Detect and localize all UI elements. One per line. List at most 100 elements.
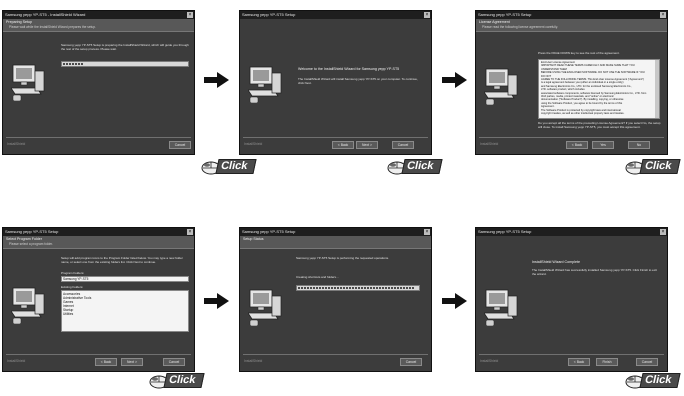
welcome-text: The InstallShield Wizard will install Sa…	[298, 77, 418, 85]
divider	[479, 354, 664, 355]
window-title: Samsung yepp YP-ST5 Setup	[240, 11, 431, 19]
click-label: Click	[639, 373, 681, 388]
license-line: BEFORE USING THE ENCLOSED SOFTWARE. DO N…	[541, 71, 645, 75]
brand-label: InstallShield	[480, 359, 499, 363]
screen-setup-status: Samsung yepp YP-ST5 Setup × Setup Status…	[239, 227, 432, 372]
close-icon[interactable]: ×	[424, 229, 430, 235]
click-label: Click	[639, 159, 681, 174]
back-button[interactable]: < Back	[95, 358, 117, 366]
body-text: Samsung yepp YP-ST5 Setup is preparing t…	[61, 43, 189, 51]
progress-fill	[298, 287, 415, 289]
computer-icon	[248, 289, 282, 326]
header-title: Setup Status	[243, 237, 264, 241]
window-title: Samsung yepp YP-ST5 - InstallShield Wiza…	[3, 11, 194, 19]
click-callout: Click	[618, 152, 682, 182]
license-text-box[interactable]: End-User License Agreement IMPORTANT: REA…	[538, 59, 660, 119]
brand-label: InstallShield	[7, 142, 26, 146]
welcome-title: Welcome to the InstallShield Wizard for …	[298, 67, 400, 71]
header-title: Select Program Folder	[6, 237, 42, 241]
computer-icon	[484, 289, 518, 326]
existing-folders-list[interactable]: Accessories Administrative Tools Games Inte…	[61, 290, 189, 332]
program-folder-input[interactable]: Samsung YP-ST5	[61, 276, 189, 282]
cancel-button[interactable]: Cancel	[392, 141, 414, 149]
program-folder-value: Samsung YP-ST5	[63, 277, 89, 281]
close-icon[interactable]: ×	[187, 12, 193, 18]
window-title: Samsung yepp YP-ST5 Setup	[476, 11, 667, 19]
license-text: End-User License Agreement IMPORTANT: REA…	[541, 61, 654, 116]
header-title: License Agreement	[479, 20, 510, 24]
window-title: Samsung yepp YP-ST5 Setup	[240, 228, 431, 236]
back-button[interactable]: < Back	[332, 141, 354, 149]
license-question: Do you accept all the terms of the prece…	[538, 121, 661, 129]
cancel-button[interactable]: Cancel	[169, 141, 191, 149]
divider	[6, 137, 191, 138]
header-title: Preparing Setup	[6, 20, 32, 24]
computer-icon	[11, 287, 45, 324]
screen-wizard-complete: Samsung yepp YP-ST5 Setup × InstallShiel…	[475, 227, 668, 372]
status-text: Samsung yepp YP-ST5 Setup is performing …	[296, 256, 389, 260]
body-text: Setup will add program icons to the Prog…	[61, 256, 183, 264]
arrow-right-icon	[442, 293, 467, 309]
wizard-header: Preparing Setup Please wait while the In…	[3, 19, 194, 32]
click-label: Click	[401, 159, 443, 174]
license-scrollbar[interactable]	[655, 60, 659, 118]
progress-fill	[63, 63, 84, 65]
finish-button[interactable]: Finish	[596, 358, 618, 366]
wizard-header: Select Program Folder Please select a pr…	[3, 236, 194, 249]
close-icon[interactable]: ×	[660, 12, 666, 18]
progress-bar	[296, 285, 420, 291]
progress-bar	[61, 61, 189, 67]
header-subtitle: Please wait while the InstallShield Wiza…	[9, 25, 96, 29]
complete-title: InstallShield Wizard Complete	[532, 260, 580, 264]
screen-license-agreement: Samsung yepp YP-ST5 Setup × License Agre…	[475, 10, 668, 155]
screen-select-program-folder: Samsung yepp YP-ST5 Setup × Select Progr…	[2, 227, 195, 372]
cancel-button[interactable]: Cancel	[163, 358, 185, 366]
brand-label: InstallShield	[480, 142, 499, 146]
folder-list-item[interactable]: Utilities	[63, 312, 91, 316]
window-title: Samsung yepp YP-ST5 Setup	[3, 228, 194, 236]
brand-label: InstallShield	[244, 359, 263, 363]
wizard-header: Setup Status	[240, 236, 431, 249]
divider	[6, 354, 191, 355]
status-detail: Creating shortcuts and folders...	[296, 275, 339, 279]
complete-text: The InstallShield Wizard has successfull…	[532, 268, 657, 276]
close-icon[interactable]: ×	[660, 229, 666, 235]
no-button[interactable]: No	[628, 141, 650, 149]
click-callout: Click	[194, 152, 258, 182]
brand-label: InstallShield	[244, 142, 263, 146]
arrow-right-icon	[204, 293, 229, 309]
screen-preparing-setup: Samsung yepp YP-ST5 - InstallShield Wiza…	[2, 10, 195, 155]
brand-label: InstallShield	[7, 359, 26, 363]
divider	[243, 137, 428, 138]
wizard-header: License Agreement Please read the follow…	[476, 19, 667, 32]
existing-folders-label: Existing Folders:	[61, 285, 84, 289]
next-button[interactable]: Next >	[356, 141, 378, 149]
click-label: Click	[163, 373, 205, 388]
click-callout: Click	[618, 366, 682, 396]
click-callout: Click	[380, 152, 444, 182]
cancel-button[interactable]: Cancel	[400, 358, 422, 366]
click-label: Click	[215, 159, 257, 174]
license-intro: Press the PAGE DOWN key to see the rest …	[538, 51, 620, 55]
window-title: Samsung yepp YP-ST5 Setup	[476, 228, 667, 236]
divider	[243, 354, 428, 355]
computer-icon	[484, 68, 518, 105]
screen-welcome: Samsung yepp YP-ST5 Setup × Welcome to t…	[239, 10, 432, 155]
license-line: copyright treaties, as well as other int…	[541, 112, 625, 116]
arrow-right-icon	[442, 72, 467, 88]
back-button[interactable]: < Back	[566, 141, 588, 149]
back-button[interactable]: < Back	[568, 358, 590, 366]
header-subtitle: Please select a program folder.	[9, 242, 53, 246]
computer-icon	[248, 66, 282, 103]
next-button[interactable]: Next >	[121, 358, 143, 366]
close-icon[interactable]: ×	[424, 12, 430, 18]
click-callout: Click	[142, 366, 206, 396]
cancel-button[interactable]: Cancel	[636, 358, 658, 366]
yes-button[interactable]: Yes	[592, 141, 614, 149]
close-icon[interactable]: ×	[187, 229, 193, 235]
header-subtitle: Please read the following license agreem…	[482, 25, 558, 29]
arrow-right-icon	[204, 72, 229, 88]
divider	[479, 137, 664, 138]
computer-icon	[11, 64, 45, 101]
program-folder-label: Program Folders:	[61, 271, 85, 275]
